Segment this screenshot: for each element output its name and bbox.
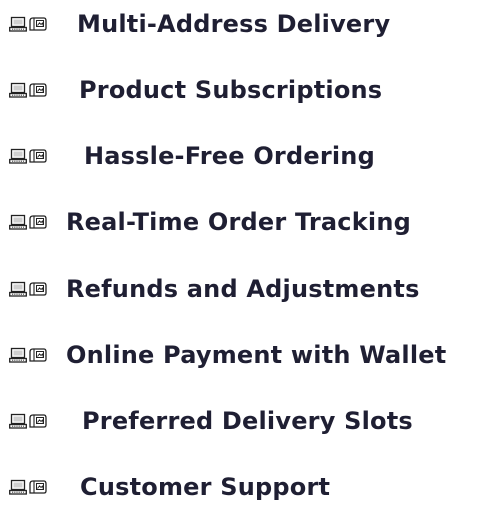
computer-icon — [9, 15, 53, 33]
feature-label: Customer Support — [80, 473, 331, 501]
computer-icon — [9, 412, 53, 430]
feature-label: Multi-Address Delivery — [77, 10, 391, 38]
feature-label: Refunds and Adjustments — [66, 275, 420, 303]
feature-label: Real-Time Order Tracking — [66, 208, 411, 236]
feature-list: Multi-Address Delivery Product Subscript… — [0, 0, 480, 512]
feature-label: Product Subscriptions — [79, 76, 383, 104]
feature-label: Hassle-Free Ordering — [84, 142, 375, 170]
computer-icon — [9, 81, 53, 99]
feature-label: Preferred Delivery Slots — [82, 407, 413, 435]
computer-icon — [9, 147, 53, 165]
computer-icon — [9, 213, 53, 231]
computer-icon — [9, 346, 53, 364]
computer-icon — [9, 478, 53, 496]
feature-label: Online Payment with Wallet — [66, 341, 447, 369]
computer-icon — [9, 280, 53, 298]
